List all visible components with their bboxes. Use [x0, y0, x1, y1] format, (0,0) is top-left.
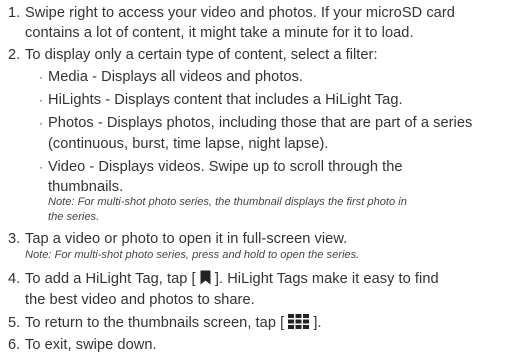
step-6-line-1: 6. To exit, swipe down.: [8, 336, 157, 354]
filter-photos-line-2: (continuous, burst, time lapse, night la…: [48, 136, 329, 152]
step-number: 2.: [8, 47, 21, 63]
bullet: ·: [39, 160, 44, 174]
thumbnail-grid-icon: [288, 314, 310, 334]
step-3-line-1: 3. Tap a video or photo to open it in ful…: [8, 230, 347, 248]
filter-video-line-2: thumbnails.: [48, 179, 124, 195]
step-text: To add a HiLight Tag, tap [: [25, 271, 196, 287]
step-text: ].: [313, 315, 322, 331]
step-text: To display only a certain type of conten…: [25, 47, 378, 63]
step-1-line-1: 1. Swipe right to access your video and p…: [8, 4, 455, 22]
bullet: ·: [39, 116, 44, 130]
filter-item-video: · Video - Displays videos. Swipe up to sc…: [39, 158, 403, 176]
filter-item-hilights: · HiLights - Displays content that includ…: [39, 91, 403, 109]
filter-text: Video - Displays videos. Swipe up to scr…: [48, 159, 403, 175]
step-number: 1.: [8, 5, 21, 21]
bullet: ·: [39, 70, 44, 84]
step-text: To exit, swipe down.: [25, 337, 157, 353]
step-2-line-1: 2. To display only a certain type of cont…: [8, 46, 378, 64]
filter-video-note-line-1: Note: For multi-shot photo series, the t…: [48, 196, 407, 208]
step-4-line-2: the best video and photos to share.: [25, 292, 255, 308]
filter-text: Photos - Displays photos, including thos…: [48, 115, 473, 131]
filter-video-note-line-2: the series.: [48, 211, 100, 223]
filter-item-photos: · Photos - Displays photos, including tho…: [39, 114, 473, 132]
step-number: 3.: [8, 231, 21, 247]
step-1-line-2: contains a lot of content, it might take…: [25, 25, 414, 41]
step-text: ]. HiLight Tags make it easy to find: [214, 271, 439, 287]
filter-text: Media - Displays all videos and photos.: [48, 69, 304, 85]
step-4-line-1: 4. To add a HiLight Tag, tap [ ]. HiLight…: [8, 270, 439, 290]
step-text: Tap a video or photo to open it in full-…: [25, 231, 348, 247]
step-text: To return to the thumbnails screen, tap …: [25, 315, 285, 331]
filter-text: HiLights - Displays content that include…: [48, 92, 403, 108]
hilight-tag-icon: [200, 270, 211, 290]
bullet: ·: [39, 93, 44, 107]
step-number: 5.: [8, 315, 21, 331]
step-number: 4.: [8, 271, 21, 287]
step-5-line-1: 5. To return to the thumbnails screen, ta…: [8, 314, 322, 334]
filter-item-media: · Media - Displays all videos and photos.: [39, 68, 304, 86]
step-number: 6.: [8, 337, 21, 353]
step-text: Swipe right to access your video and pho…: [25, 5, 455, 21]
step-3-note: Note: For multi-shot photo series, press…: [25, 249, 360, 261]
instruction-list: 1. Swipe right to access your video and p…: [0, 0, 521, 357]
